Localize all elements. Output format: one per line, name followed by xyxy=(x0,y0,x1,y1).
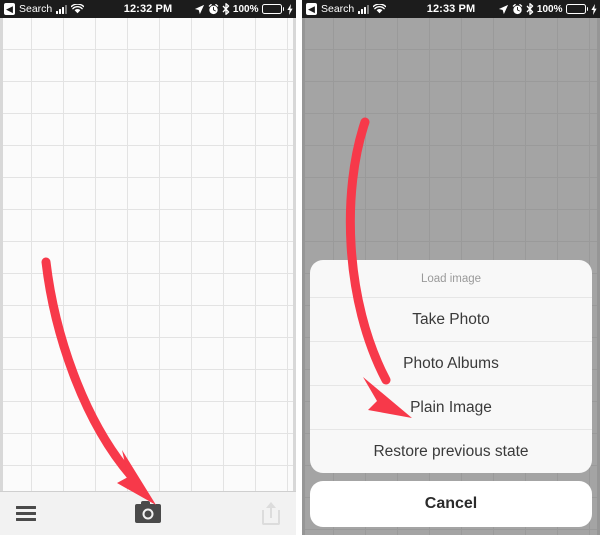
phone-screen-left: ◀ Search 12:32 PM 100% xyxy=(0,0,296,535)
canvas-left-edge xyxy=(0,18,3,535)
bluetooth-icon xyxy=(222,3,230,15)
action-sheet-title: Load image xyxy=(310,260,592,298)
lightning-bolt-icon xyxy=(287,3,293,15)
action-sheet-options: Load image Take Photo Photo Albums Plain… xyxy=(310,260,592,473)
action-sheet-option-plain-image[interactable]: Plain Image xyxy=(310,386,592,430)
battery-full-icon xyxy=(261,4,284,14)
menu-button[interactable] xyxy=(0,492,104,535)
battery-percent-label: 100% xyxy=(232,3,259,15)
screenshot-stage: ◀ Search 12:32 PM 100% ◀ Search 12:33 PM… xyxy=(0,0,600,535)
action-sheet-option-photo-albums[interactable]: Photo Albums xyxy=(310,342,592,386)
share-upload-icon xyxy=(262,502,280,525)
location-arrow-icon xyxy=(194,4,205,14)
camera-button[interactable] xyxy=(104,492,192,535)
wifi-icon xyxy=(71,4,85,14)
drawing-canvas-left[interactable] xyxy=(0,18,296,535)
status-bar-left-group: ◀ Search xyxy=(0,3,149,15)
lightning-bolt-icon xyxy=(591,3,597,15)
status-back-label[interactable]: Search xyxy=(321,3,354,15)
alarm-clock-icon xyxy=(512,3,523,14)
alarm-clock-icon xyxy=(208,3,219,14)
share-button[interactable] xyxy=(192,492,296,535)
status-bar-left: ◀ Search 12:32 PM 100% xyxy=(0,0,296,18)
camera-icon xyxy=(135,500,161,523)
status-bar-left-group: ◀ Search xyxy=(302,3,452,15)
wifi-icon xyxy=(373,4,387,14)
status-back-label[interactable]: Search xyxy=(19,3,52,15)
cellular-signal-icon xyxy=(358,4,370,14)
location-arrow-icon xyxy=(498,4,509,14)
status-bar-right-group: 100% xyxy=(452,3,600,15)
cancel-button[interactable]: Cancel xyxy=(310,481,592,527)
hamburger-menu-icon xyxy=(16,506,36,521)
status-bar-right-group: 100% xyxy=(149,3,297,15)
bluetooth-icon xyxy=(526,3,534,15)
action-sheet-option-take-photo[interactable]: Take Photo xyxy=(310,298,592,342)
cellular-signal-icon xyxy=(56,4,68,14)
phone-screen-right: ◀ Search 12:33 PM 100% Load image Take P… xyxy=(302,0,600,535)
action-sheet-option-restore-previous-state[interactable]: Restore previous state xyxy=(310,430,592,473)
chevron-left-icon[interactable]: ◀ xyxy=(306,3,317,15)
battery-percent-label: 100% xyxy=(536,3,563,15)
canvas-right-edge xyxy=(293,18,296,535)
bottom-toolbar-left xyxy=(0,491,296,535)
status-bar-right: ◀ Search 12:33 PM 100% xyxy=(302,0,600,18)
chevron-left-icon[interactable]: ◀ xyxy=(4,3,15,15)
action-sheet: Load image Take Photo Photo Albums Plain… xyxy=(310,260,592,527)
battery-full-icon xyxy=(565,4,588,14)
